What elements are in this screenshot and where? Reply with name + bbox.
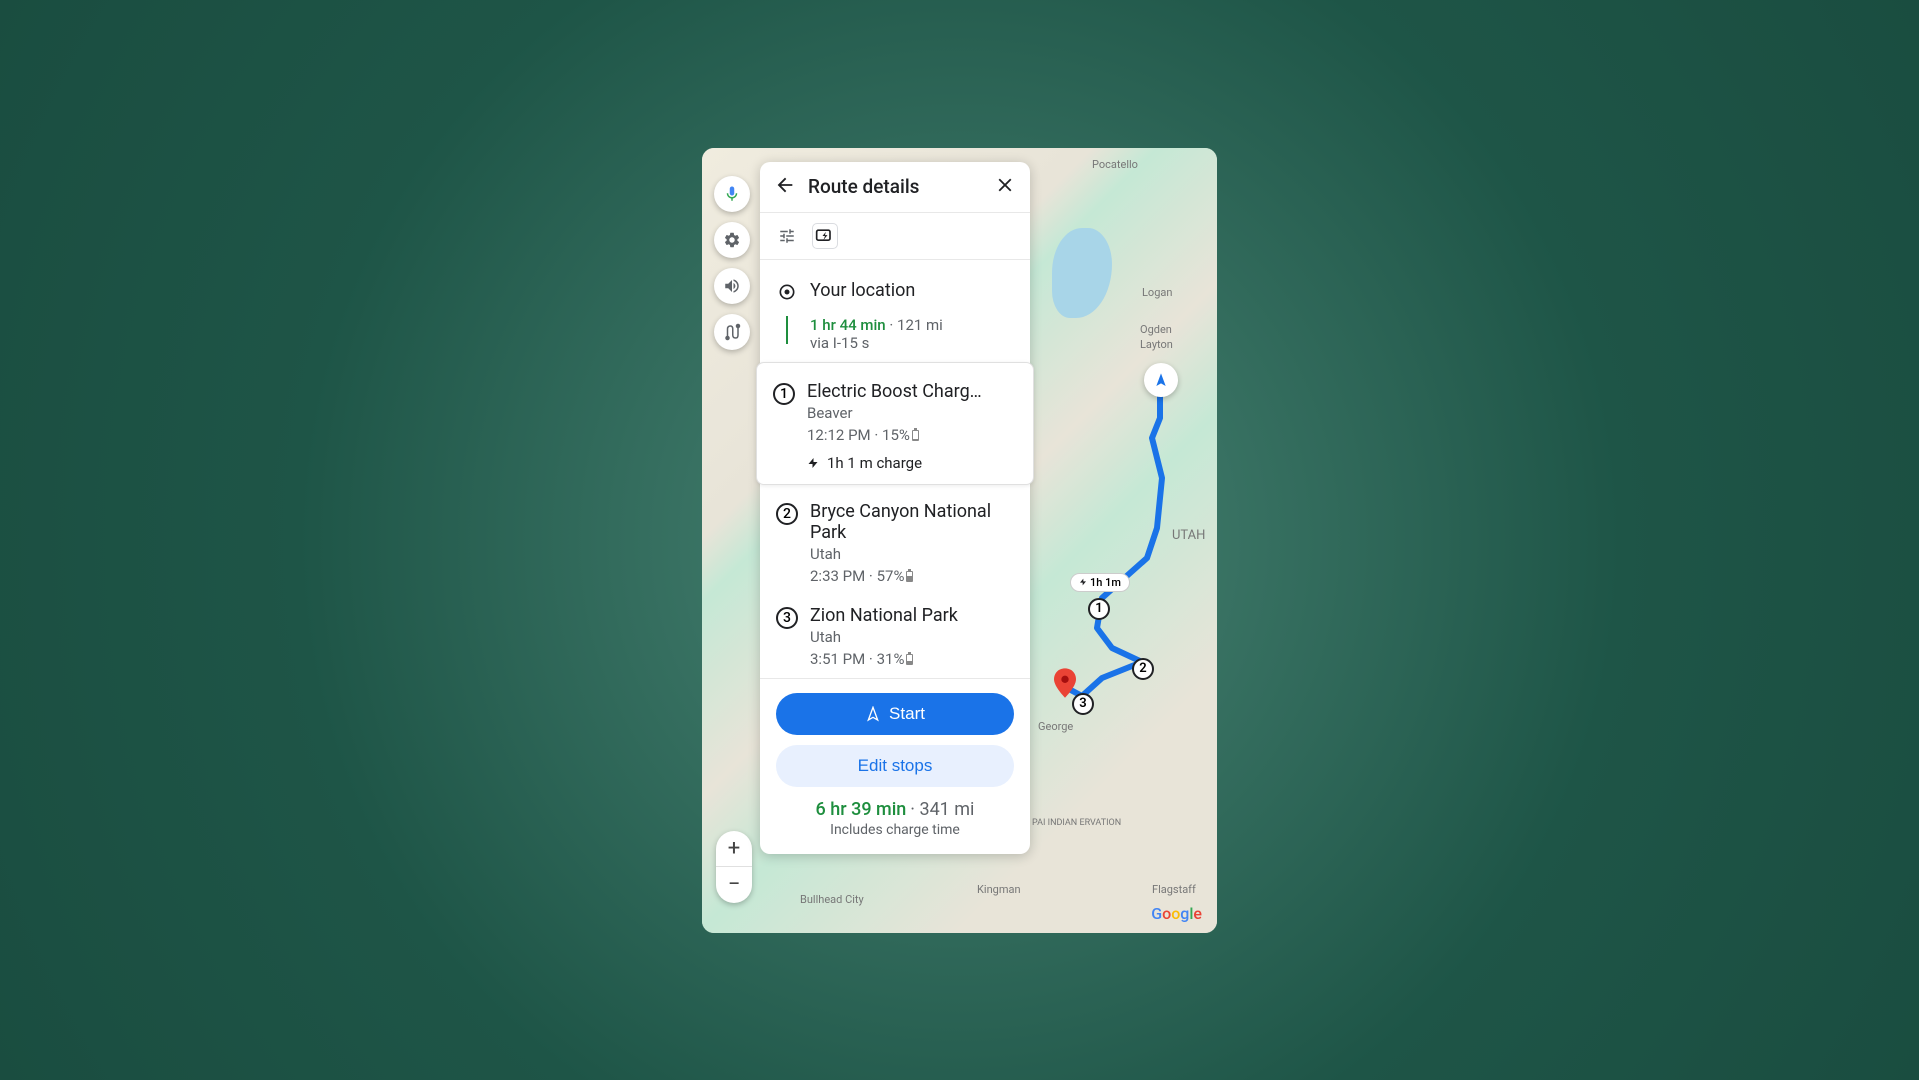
map-label: Flagstaff (1152, 883, 1196, 896)
map-label: Layton (1140, 338, 1173, 351)
leg-distance: 121 mi (897, 316, 943, 334)
panel-header: Route details (760, 162, 1030, 213)
start-button[interactable]: Start (776, 693, 1014, 735)
leg-via: via I-15 s (810, 334, 943, 352)
stops-list: Your location 1 hr 44 min · 121 mi via I… (760, 260, 1030, 678)
settings-button[interactable] (714, 222, 750, 258)
location-icon (776, 282, 798, 302)
current-location-marker[interactable] (1144, 363, 1178, 397)
destination-pin (1054, 668, 1076, 702)
stop-3-sub: Utah (810, 628, 1014, 646)
stop-2-meta: 2:33 PM · 57% (810, 567, 1014, 585)
route-summary: 6 hr 39 min · 341 mi Includes charge tim… (776, 799, 1014, 838)
stop-2-sub: Utah (810, 545, 1014, 563)
route-options-icon[interactable] (774, 223, 800, 249)
map-pin-1[interactable]: 1 (1088, 598, 1110, 620)
stop-marker-2: 2 (776, 503, 798, 525)
stop-1-card[interactable]: 1 Electric Boost Charg… Beaver 12:12 PM … (756, 362, 1034, 485)
leg-info: 1 hr 44 min · 121 mi via I-15 s (760, 312, 1030, 364)
zoom-in-button[interactable]: + (716, 831, 752, 867)
route-details-panel: Route details Your location (760, 162, 1030, 854)
navigate-icon (865, 706, 881, 722)
summary-time: 6 hr 39 min (816, 799, 907, 820)
zoom-controls: + − (716, 831, 752, 903)
stop-1-title: Electric Boost Charg… (807, 381, 1017, 402)
summary-dist: 341 mi (919, 799, 974, 820)
device-frame: Pocatello Logan Ogden Layton UTAH George… (702, 148, 1217, 933)
charge-time-badge: 1h 1m (1070, 573, 1130, 592)
battery-icon (906, 571, 913, 582)
stop-3-card[interactable]: 3 Zion National Park Utah 3:51 PM · 31% (760, 595, 1030, 678)
stop-marker-3: 3 (776, 607, 798, 629)
map-label: Kingman (977, 883, 1021, 896)
ev-charging-icon[interactable] (812, 223, 838, 249)
map-label: Logan (1142, 286, 1172, 299)
stop-1-sub: Beaver (807, 404, 1017, 422)
close-button[interactable] (994, 174, 1016, 200)
summary-note: Includes charge time (776, 822, 1014, 838)
map-label: Ogden (1140, 323, 1172, 336)
map-label: Pocatello (1092, 158, 1138, 171)
map-label: PAI INDIAN ERVATION (1032, 818, 1121, 828)
battery-icon (906, 654, 913, 665)
map-label: George (1038, 720, 1073, 733)
stop-2-title: Bryce Canyon National Park (810, 501, 1014, 543)
stop-3-meta: 3:51 PM · 31% (810, 650, 1014, 668)
voice-button[interactable] (714, 176, 750, 212)
leg-time: 1 hr 44 min (810, 316, 886, 334)
your-location-label: Your location (810, 280, 1014, 301)
map-label: Bullhead City (800, 893, 864, 906)
charge-row: 1h 1 m charge (757, 454, 1033, 484)
back-button[interactable] (774, 174, 796, 200)
your-location-row[interactable]: Your location (760, 270, 1030, 312)
stop-2-card[interactable]: 2 Bryce Canyon National Park Utah 2:33 P… (760, 491, 1030, 595)
google-logo: Google (1151, 904, 1202, 923)
sound-button[interactable] (714, 268, 750, 304)
map-pin-2[interactable]: 2 (1132, 658, 1154, 680)
edit-stops-button[interactable]: Edit stops (776, 745, 1014, 787)
stop-marker-1: 1 (773, 383, 795, 405)
map-label: UTAH (1172, 528, 1205, 543)
bolt-icon (807, 456, 819, 470)
panel-footer: Start Edit stops 6 hr 39 min · 341 mi In… (760, 678, 1030, 854)
stop-1-meta: 12:12 PM · 15% (807, 426, 1017, 444)
stop-3-title: Zion National Park (810, 605, 1014, 626)
zoom-out-button[interactable]: − (716, 867, 752, 903)
panel-title: Route details (808, 175, 994, 198)
battery-icon (912, 430, 919, 441)
side-controls (714, 176, 750, 350)
charge-text: 1h 1 m charge (827, 454, 922, 472)
route-alt-button[interactable] (714, 314, 750, 350)
route-toolbar (760, 213, 1030, 260)
